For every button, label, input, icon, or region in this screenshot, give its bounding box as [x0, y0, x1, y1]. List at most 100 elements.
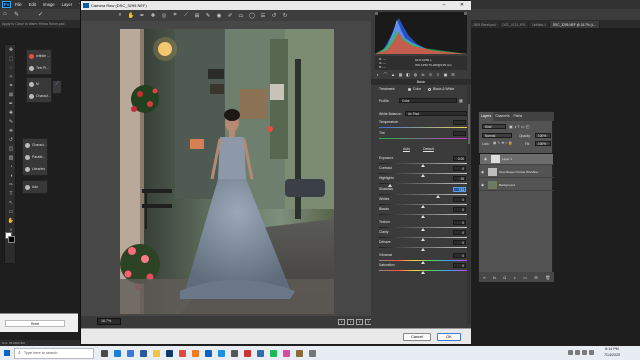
minimize-icon[interactable]: – — [435, 1, 453, 10]
tray-icon[interactable] — [589, 350, 594, 355]
crop-icon[interactable]: ⌗ — [171, 12, 179, 20]
spotify-icon[interactable] — [270, 349, 277, 357]
store-icon[interactable] — [127, 349, 134, 357]
visibility-eye-icon[interactable]: ◉ — [480, 170, 485, 174]
white-balance-select[interactable]: As Shot — [405, 111, 467, 116]
clarity-value[interactable]: 0 — [453, 230, 466, 235]
graduated-filter-icon[interactable]: ▭ — [237, 12, 245, 20]
document-tab[interactable]: DSC_0131.JPG — [500, 21, 530, 28]
panel-item[interactable]: M — [27, 78, 51, 90]
adjustment-icon[interactable]: ◑ — [513, 275, 515, 280]
stamp-icon[interactable]: ⎈ — [6, 127, 16, 135]
chrome-icon[interactable] — [179, 349, 186, 357]
color-sampler-icon[interactable]: ✚ — [149, 12, 157, 20]
lock-icons[interactable]: ▦ ✎ ✥ ⌗ 🔒 — [493, 141, 513, 145]
crop-icon[interactable]: ⌗ — [6, 82, 16, 90]
brush-preset-icon[interactable]: ✎ — [14, 11, 19, 18]
settings-icon[interactable] — [309, 349, 316, 357]
rotate-left-icon[interactable]: ↺ — [270, 12, 278, 20]
panel-item[interactable]: Text Pl... — [27, 62, 51, 74]
highlights-value[interactable]: -76 — [453, 176, 466, 181]
view-copy-button[interactable]: Y — [356, 319, 363, 325]
basic-tab-icon[interactable]: ◐ — [375, 72, 381, 78]
media-icon[interactable] — [244, 349, 251, 357]
panel-item[interactable]: Paralle... — [23, 151, 47, 163]
exposure-slider-thumb[interactable] — [421, 164, 425, 167]
mail-icon[interactable] — [218, 349, 225, 357]
profile-browser-icon[interactable]: ▦ — [459, 98, 463, 103]
contrast-slider-thumb[interactable] — [421, 174, 425, 177]
kind-filter-select[interactable]: Kind — [482, 124, 506, 129]
panel-item[interactable]: Charact... — [23, 139, 47, 151]
hand-icon[interactable]: ✋ — [6, 217, 16, 225]
reset-button[interactable]: Reset — [5, 320, 65, 327]
panel-item[interactable]: Libraries — [23, 163, 47, 175]
folder-icon[interactable] — [153, 349, 160, 357]
tint-value[interactable] — [453, 131, 466, 136]
blacks-value[interactable]: 0 — [453, 207, 466, 212]
ps-app-icon[interactable] — [166, 349, 173, 357]
tab-channels[interactable]: Channels — [493, 112, 511, 121]
whites-value[interactable]: 0 — [453, 197, 466, 202]
files-icon[interactable] — [283, 349, 290, 357]
gradient-icon[interactable]: ▥ — [6, 154, 16, 162]
blur-icon[interactable]: ◔ — [6, 163, 16, 171]
mode-icon[interactable]: ✓ — [38, 11, 43, 18]
layer-row[interactable]: ◉ Background — [479, 179, 554, 191]
lasso-icon[interactable]: ◌ — [6, 64, 16, 72]
type-icon[interactable]: T — [6, 190, 16, 198]
task-view-icon[interactable] — [101, 349, 108, 357]
effects-tab-icon[interactable]: fx — [420, 72, 426, 78]
document-tab-active[interactable]: DSC_3295.NEF @ 16.7% (L... — [549, 21, 601, 28]
tray-icon[interactable] — [568, 350, 573, 355]
move-icon[interactable]: ✥ — [6, 46, 16, 54]
taskbar-search[interactable]: ⌕ Type here to search — [14, 347, 94, 359]
visibility-eye-icon[interactable]: ◉ — [483, 157, 488, 162]
color-swatches[interactable] — [5, 232, 15, 244]
shadows-value[interactable]: +33 — [453, 187, 466, 192]
opacity-field[interactable]: 100% — [535, 133, 551, 138]
document-tab[interactable]: Untitled-1 — [529, 21, 550, 28]
texture-slider-thumb[interactable] — [421, 228, 425, 231]
preferences-icon[interactable]: ☰ — [259, 12, 267, 20]
temperature-value[interactable] — [453, 120, 466, 125]
hand-icon[interactable]: ✋ — [127, 12, 135, 20]
lr-app-icon[interactable] — [257, 349, 264, 357]
layer-row[interactable]: ◉ Tara Mapes Portrait Workflow — [479, 166, 554, 178]
fx-icon[interactable]: fx — [493, 275, 496, 280]
fill-field[interactable]: 100% — [535, 141, 551, 146]
ok-button[interactable]: OK — [437, 333, 461, 341]
tab-paths[interactable]: Paths — [512, 112, 525, 121]
highlights-slider-track[interactable] — [379, 183, 467, 185]
texture-value[interactable]: 0 — [453, 220, 466, 225]
profile-select[interactable]: Color — [399, 98, 457, 103]
panel-item[interactable]: Adn — [23, 181, 47, 193]
saturation-value[interactable]: 0 — [453, 263, 466, 268]
lens-tab-icon[interactable]: ◍ — [413, 72, 419, 78]
snapshots-tab-icon[interactable]: ▣ — [443, 72, 449, 78]
new-layer-icon[interactable]: ⊞ — [534, 275, 537, 280]
history-brush-icon[interactable]: ↺ — [6, 136, 16, 144]
whites-slider-thumb[interactable] — [421, 205, 425, 208]
rotate-right-icon[interactable]: ↻ — [281, 12, 289, 20]
menu-image[interactable]: Image — [43, 2, 55, 7]
blacks-slider-thumb[interactable] — [421, 215, 425, 218]
presets-tab-icon[interactable]: ≡ — [435, 72, 441, 78]
clarity-slider-thumb[interactable] — [421, 238, 425, 241]
white-balance-icon[interactable]: ✒ — [138, 12, 146, 20]
tab-layers[interactable]: Layers — [479, 112, 494, 121]
photo-preview[interactable] — [120, 29, 334, 314]
home-icon[interactable]: ⌂ — [3, 11, 7, 17]
mask-icon[interactable]: ◘ — [504, 275, 506, 280]
vibrance-value[interactable]: 0 — [453, 253, 466, 258]
hsl-tab-icon[interactable]: ▦ — [398, 72, 404, 78]
panel-item[interactable]: Infinite ... — [27, 50, 51, 62]
radial-filter-icon[interactable]: ◯ — [248, 12, 256, 20]
exposure-value[interactable]: 0.00 — [453, 156, 466, 161]
firefox-icon[interactable] — [192, 349, 199, 357]
transform-icon[interactable]: ⊞ — [193, 12, 201, 20]
red-eye-icon[interactable]: ◉ — [215, 12, 223, 20]
detail-tab-icon[interactable]: ▲ — [390, 72, 396, 78]
word-icon[interactable] — [140, 349, 147, 357]
targeted-adjust-icon[interactable]: ◎ — [160, 12, 168, 20]
